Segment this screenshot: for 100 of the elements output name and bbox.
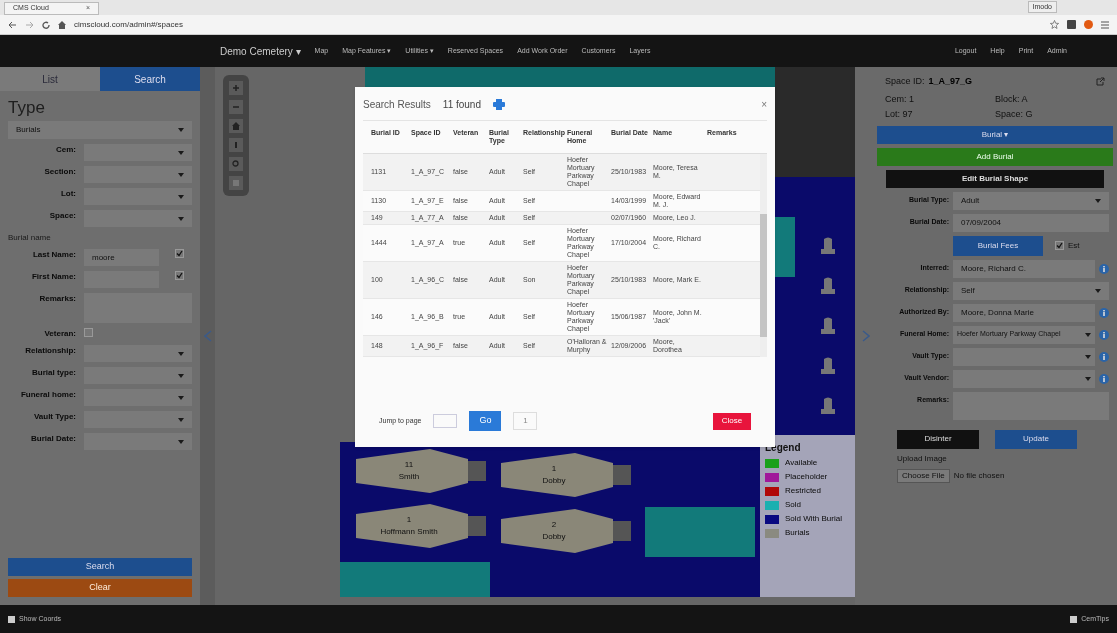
star-icon[interactable]	[1050, 20, 1059, 29]
select-field[interactable]	[84, 433, 192, 450]
edit-shape-button[interactable]: Edit Burial Shape	[886, 169, 1104, 188]
map-section	[775, 217, 795, 277]
caret-icon	[178, 351, 184, 356]
collapse-left-icon[interactable]	[203, 330, 212, 342]
select-field[interactable]	[84, 144, 192, 161]
select-field[interactable]: Adult	[953, 191, 1109, 210]
checkbox[interactable]	[1055, 241, 1064, 250]
space-info: Block: A	[995, 92, 1029, 106]
url-field[interactable]: cimscloud.com/admin#/spaces	[74, 18, 1042, 31]
plot-number: 2	[551, 519, 557, 531]
back-icon[interactable]	[8, 20, 17, 29]
upload-label: Upload Image	[896, 452, 948, 465]
zoom-in-icon[interactable]	[229, 81, 243, 95]
input-field[interactable]: 07/09/2004	[953, 213, 1109, 232]
home-icon[interactable]	[58, 20, 66, 29]
extension-icon[interactable]	[1067, 20, 1076, 29]
reload-icon[interactable]	[42, 20, 50, 29]
alert-icon[interactable]	[1084, 20, 1093, 29]
checkbox[interactable]	[175, 249, 184, 258]
search-icon[interactable]	[229, 157, 243, 171]
field-label: First Name:	[31, 271, 76, 283]
plot-number: 1	[406, 514, 412, 526]
plot-number: 1	[551, 463, 557, 475]
checkbox[interactable]	[8, 615, 15, 623]
burial-fees-button[interactable]: Burial Fees	[953, 235, 1043, 256]
plot-name: Hoffmann Smith	[380, 526, 438, 538]
select-field[interactable]	[84, 210, 192, 227]
caret-icon	[178, 439, 184, 444]
type-select[interactable]: Burials	[8, 121, 192, 139]
field-label: Last Name:	[31, 249, 76, 261]
nav-link[interactable]: Demo Cemetery ▾	[220, 43, 301, 59]
caret-icon	[178, 150, 184, 155]
file-status: No file chosen	[953, 469, 1005, 482]
select-field[interactable]	[84, 345, 192, 362]
select-field[interactable]	[84, 367, 192, 384]
type-heading: Type	[8, 99, 46, 116]
disinter-button[interactable]: Disinter	[897, 429, 979, 449]
checkbox[interactable]	[84, 328, 93, 337]
checkbox[interactable]	[175, 271, 184, 280]
go-button[interactable]: Go	[469, 411, 502, 431]
layers-icon[interactable]	[229, 176, 243, 190]
clear-button[interactable]: Clear	[8, 579, 192, 597]
legend-label: Available	[785, 457, 818, 469]
select-field[interactable]	[84, 166, 192, 183]
close-button[interactable]: Close	[713, 412, 751, 430]
caret-icon	[178, 194, 184, 199]
dialog-title: Search Results	[363, 98, 431, 112]
plot-name: Dobby	[542, 531, 566, 543]
sidebar-tab[interactable]: Search	[100, 67, 200, 91]
caret-icon	[1095, 198, 1101, 203]
legend-label: Placeholder	[785, 471, 828, 483]
menu-icon[interactable]	[1101, 20, 1109, 29]
collapse-right-icon[interactable]	[862, 330, 870, 342]
space-info: Lot: 97	[885, 108, 914, 121]
burial-menu-button[interactable]: Burial ▾	[877, 125, 1113, 144]
monument-icon	[820, 317, 836, 335]
field-label: Section:	[43, 166, 76, 178]
select-field[interactable]: Self	[953, 281, 1109, 300]
input-field[interactable]: Moore, Richard C.	[953, 259, 1095, 278]
search-button[interactable]: Search	[8, 558, 192, 576]
monument-icon	[820, 357, 836, 375]
zoom-out-icon[interactable]	[229, 100, 243, 114]
input-field[interactable]: moore	[84, 249, 159, 266]
field-label: Relationship:	[24, 345, 76, 357]
space-id: 1_A_97_G	[928, 75, 973, 88]
monument-icon	[820, 237, 836, 255]
field-label: Burial type:	[31, 367, 76, 379]
plot-number: 11	[404, 459, 414, 471]
cemetery-map[interactable]	[215, 67, 855, 605]
select-field[interactable]	[84, 188, 192, 205]
add-burial-button[interactable]: Add Burial	[877, 147, 1113, 166]
space-info: Space: G	[995, 108, 1034, 121]
select-field[interactable]	[84, 411, 192, 428]
choose-file-button[interactable]: Choose File	[897, 468, 950, 483]
external-link-icon[interactable]	[1096, 77, 1105, 87]
update-button[interactable]: Update	[995, 429, 1077, 449]
select-field[interactable]	[953, 369, 1095, 388]
plot-name: Smith	[398, 471, 420, 483]
page-input[interactable]	[433, 414, 458, 428]
caret-icon	[1085, 332, 1091, 337]
caret-icon	[178, 216, 184, 221]
checkbox-label: Est	[1068, 239, 1080, 252]
field-label: Lot:	[59, 188, 76, 200]
monument-icon	[820, 277, 836, 295]
page-button[interactable]: 1	[513, 412, 538, 430]
field-label: Vault Type:	[32, 411, 76, 423]
close-icon[interactable]: ×	[761, 97, 767, 112]
caret-icon	[178, 395, 184, 400]
input-field[interactable]: Moore, Donna Marie	[953, 303, 1095, 322]
forward-icon[interactable]	[25, 20, 34, 29]
select-field[interactable]	[84, 389, 192, 406]
checkbox[interactable]	[1070, 615, 1078, 623]
select-field[interactable]	[953, 347, 1095, 366]
caret-icon	[178, 128, 184, 132]
space-info: Cem: 1	[885, 92, 915, 106]
caret-icon	[178, 373, 184, 378]
field-label: Funeral home:	[19, 389, 76, 401]
legend-label: Restricted	[785, 485, 821, 497]
